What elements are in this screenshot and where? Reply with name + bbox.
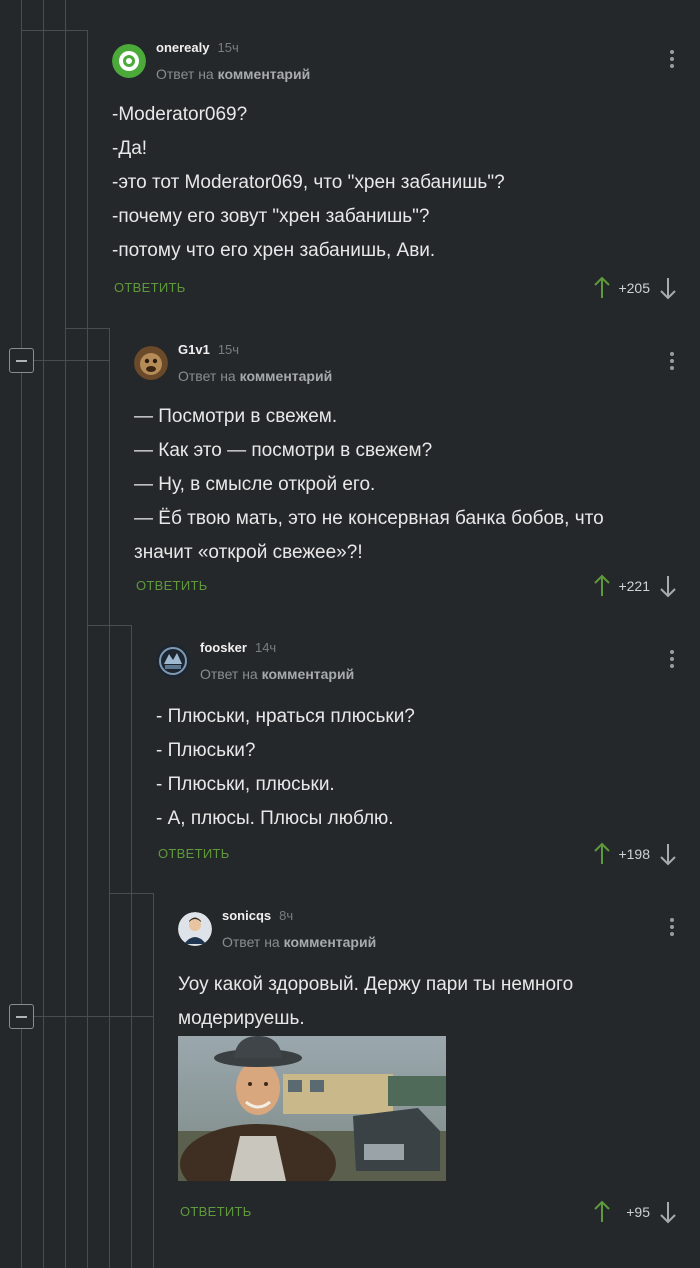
reply-target-link[interactable]: комментарий [284,934,377,950]
emblem-avatar-icon [156,644,190,678]
vote-score: +95 [626,1204,650,1220]
reply-button[interactable]: ОТВЕТИТЬ [158,846,230,861]
avatar[interactable] [112,44,146,78]
reply-to-label: Ответ на комментарий [200,666,354,682]
comment-body: - Плюськи, нраться плюськи? - Плюськи? -… [156,700,682,836]
author-name[interactable]: sonicqs 8ч [222,908,293,923]
avatar[interactable] [156,644,190,678]
comment-line: модерируешь. [178,1008,305,1029]
vote-score: +205 [618,280,650,296]
upvote-arrow-icon[interactable] [592,842,612,866]
comment-line: - Плюськи, нраться плюськи? [156,706,415,727]
comment-line: - Плюськи? [156,740,256,761]
comment-line: -потому что его хрен забанишь, Ави. [112,240,436,261]
comment-line: -это тот Moderator069, что "хрен забаниш… [112,172,505,193]
comment: foosker 14ч Ответ на комментарий - Плюськ… [156,640,700,880]
downvote-arrow-icon[interactable] [658,276,678,300]
more-options-icon[interactable] [670,918,674,939]
comment-body: -Moderator069? -Да! -это тот Moderator06… [112,98,682,268]
reply-to-label: Ответ на комментарий [178,368,332,384]
author-name-text[interactable]: onerealy [156,40,209,55]
author-name[interactable]: foosker 14ч [200,640,276,655]
thread-connector [22,30,87,31]
reply-prefix: Ответ на [178,368,236,384]
thread-connector [34,1016,153,1017]
comment-line: — Ёб твою мать, это не консервная банка … [134,508,604,529]
comment-line: -Да! [112,138,148,159]
more-options-icon[interactable] [670,50,674,71]
comment-time: 8ч [279,908,294,923]
reply-button[interactable]: ОТВЕТИТЬ [114,280,186,295]
author-name[interactable]: G1v1 15ч [178,342,239,357]
comment-actions: ОТВЕТИТЬ +198 [156,840,700,868]
reply-prefix: Ответ на [156,66,214,82]
upvote-arrow-icon[interactable] [592,276,612,300]
reply-button[interactable]: ОТВЕТИТЬ [180,1204,252,1219]
more-options-icon[interactable] [670,352,674,373]
vote-score: +221 [618,578,650,594]
comment-line: — Ну, в смысле открой его. [134,474,376,495]
upvote-arrow-icon[interactable] [592,574,612,598]
author-name-text[interactable]: sonicqs [222,908,271,923]
downvote-arrow-icon[interactable] [658,842,678,866]
author-name-text[interactable]: G1v1 [178,342,210,357]
thread-line [65,0,66,1268]
thread-connector [34,360,109,361]
monkey-avatar-icon [134,346,168,380]
comment-line: - А, плюсы. Плюсы люблю. [156,808,394,829]
thread-connector [88,625,131,626]
comment-actions: ОТВЕТИТЬ +95 [178,1198,700,1226]
downvote-arrow-icon[interactable] [658,1200,678,1224]
comment-line: - Плюськи, плюськи. [156,774,335,795]
comment: onerealy 15ч Ответ на комментарий -Modera… [112,40,700,320]
comment: sonicqs 8ч Ответ на комментарий Уоу какой… [178,908,700,1238]
person-avatar-icon [178,912,212,946]
comment-line: -Moderator069? [112,104,248,125]
thread-line [21,0,22,1268]
thread-connector [66,328,109,329]
comment-body: — Посмотри в свежем. — Как это — посмотр… [134,400,682,570]
upvote-arrow-icon[interactable] [592,1200,612,1224]
thread-line [87,30,88,1268]
comment: G1v1 15ч Ответ на комментарий — Посмотри … [134,342,700,612]
comment-image[interactable] [178,1036,446,1181]
man-in-hat-photo-icon [178,1036,446,1181]
comment-time: 15ч [217,342,240,357]
comment-actions: ОТВЕТИТЬ +221 [134,572,700,600]
avatar[interactable] [178,912,212,946]
comment-time: 14ч [254,640,277,655]
comment-line: — Посмотри в свежем. [134,406,338,427]
thread-connector [110,893,153,894]
reply-target-link[interactable]: комментарий [262,666,355,682]
reply-to-label: Ответ на комментарий [156,66,310,82]
collapse-thread-button[interactable] [9,348,34,373]
green-ring-avatar-icon [112,44,146,78]
thread-line [153,893,154,1268]
author-name-text[interactable]: foosker [200,640,247,655]
collapse-thread-button[interactable] [9,1004,34,1029]
reply-to-label: Ответ на комментарий [222,934,376,950]
downvote-arrow-icon[interactable] [658,574,678,598]
comment-body: Уоу какой здоровый. Держу пари ты немног… [178,968,682,1036]
comment-time: 15ч [217,40,239,55]
reply-button[interactable]: ОТВЕТИТЬ [136,578,208,593]
author-name[interactable]: onerealy 15ч [156,40,239,55]
thread-line [109,328,110,1268]
thread-line [43,0,44,1268]
comment-line: — Как это — посмотри в свежем? [134,440,433,461]
comment-line: Уоу какой здоровый. Держу пари ты немног… [178,974,574,995]
vote-score: +198 [618,846,650,862]
reply-target-link[interactable]: комментарий [218,66,311,82]
reply-prefix: Ответ на [222,934,280,950]
reply-prefix: Ответ на [200,666,258,682]
comment-actions: ОТВЕТИТЬ +205 [112,274,700,302]
thread-line [131,625,132,1268]
comment-line: -почему его зовут "хрен забанишь"? [112,206,430,227]
comment-line: значит «открой свежее»?! [134,542,363,563]
avatar[interactable] [134,346,168,380]
more-options-icon[interactable] [670,650,674,671]
reply-target-link[interactable]: комментарий [240,368,333,384]
